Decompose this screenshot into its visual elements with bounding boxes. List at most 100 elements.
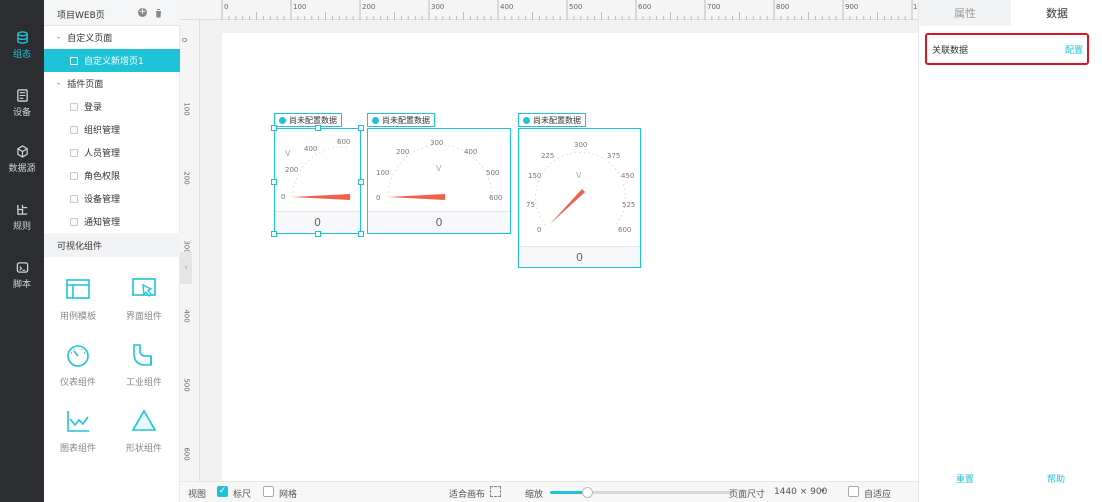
tree-group-plugin[interactable]: - 插件页面 [44, 72, 180, 95]
resize-handle[interactable] [315, 125, 321, 131]
resize-handle[interactable] [358, 179, 364, 185]
page-label: 通知管理 [84, 218, 121, 228]
zoom-slider-knob[interactable] [581, 487, 593, 498]
ruler-label: 900 [845, 3, 859, 11]
gauge-3[interactable]: 0 75 150 225 300 375 450 525 600 V 0 [518, 128, 641, 268]
component-shape[interactable]: 形状组件 [114, 407, 174, 463]
chevron-down-icon[interactable]: ▾ [821, 487, 825, 495]
gauge-value: 0 [314, 216, 321, 229]
resize-handle[interactable] [271, 231, 277, 237]
gauge-tick: 450 [621, 172, 634, 180]
gauge-tag-label: 尚未配置数据 [533, 115, 581, 125]
tree-item-notify[interactable]: 通知管理 [44, 210, 180, 233]
info-dot-icon [279, 116, 286, 124]
page-label: 组织管理 [84, 126, 121, 136]
gauge-tick: 200 [285, 166, 298, 174]
gauge-1-tag: 尚未配置数据 [274, 113, 342, 127]
device-icon [16, 88, 28, 102]
component-label: 图表组件 [59, 444, 96, 454]
page-label: 登录 [84, 103, 103, 113]
tree-item-login[interactable]: 登录 [44, 95, 180, 118]
component-industrial[interactable]: 工业组件 [114, 341, 174, 397]
page-canvas[interactable]: 尚未配置数据 0 200 400 600 V 0 尚未配置数据 0 100 20… [222, 33, 918, 483]
adapt-checkbox[interactable] [848, 486, 859, 497]
ruler-label: 700 [707, 3, 721, 11]
zoom-label: 缩放 [525, 490, 544, 500]
help-button[interactable]: 帮助 [1047, 472, 1065, 485]
ruler-label: 600 [182, 447, 191, 461]
nav-item-rule[interactable]: 规则 [0, 192, 44, 242]
page-label: 角色权限 [84, 172, 121, 182]
ruler-checkbox[interactable]: ✓ [217, 486, 228, 497]
reset-button[interactable]: 重置 [956, 472, 974, 485]
gauge-needle [550, 189, 585, 224]
tree-item-org[interactable]: 组织管理 [44, 118, 180, 141]
page-size-select[interactable]: 1440 × 900 [774, 487, 827, 497]
nav-item-zutai[interactable]: 组态 [0, 20, 44, 70]
template-icon [66, 279, 90, 299]
cube-icon [16, 144, 28, 158]
gauge-1[interactable]: 0 200 400 600 V 0 [271, 125, 364, 237]
info-dot-icon [372, 116, 379, 124]
gauge-tick: 0 [281, 193, 285, 201]
collapse-left-handle[interactable]: ‹ [180, 252, 192, 284]
page-icon [70, 171, 78, 180]
tree-item-devices[interactable]: 设备管理 [44, 187, 180, 210]
resize-handle[interactable] [358, 231, 364, 237]
grid-checkbox[interactable] [263, 486, 274, 497]
tree-item-people[interactable]: 人员管理 [44, 141, 180, 164]
page-icon [70, 217, 78, 226]
tab-properties[interactable]: 属性 [919, 0, 1011, 26]
component-ui[interactable]: 界面组件 [114, 275, 174, 331]
nav-label: 设备 [12, 107, 31, 118]
nav-label: 数据源 [8, 163, 36, 174]
gauge-tick: 525 [622, 201, 635, 209]
gauge-value: 0 [576, 250, 583, 264]
resize-handle[interactable] [358, 125, 364, 131]
page-icon [70, 56, 78, 65]
ruler-label: 300 [431, 3, 445, 11]
ruler-horizontal: 0 100 200 300 400 500 600 700 800 900 10 [180, 0, 918, 20]
trash-icon[interactable] [154, 8, 163, 18]
editor-canvas-area: 0 100 200 300 400 500 600 700 800 900 10… [180, 0, 918, 502]
tree-item-custom-page-1[interactable]: 自定义新增页1 [44, 49, 180, 72]
gauge-tick: 0 [537, 226, 541, 234]
gauge-tick: 375 [607, 152, 620, 160]
configure-link[interactable]: 配置 [1065, 43, 1083, 56]
tree-title: 项目WEB页 [57, 11, 105, 21]
page-icon [70, 148, 78, 157]
component-meter[interactable]: 仪表组件 [48, 341, 108, 397]
tab-data[interactable]: 数据 [1011, 0, 1102, 26]
ruler-vertical: 0 100 200 300 400 500 600 [180, 20, 200, 482]
resize-handle[interactable] [271, 179, 277, 185]
gauge-tick: 300 [430, 139, 443, 147]
gauge-unit: V [576, 171, 582, 180]
fit-canvas-icon[interactable] [490, 486, 501, 497]
gauge-tick: 600 [618, 226, 631, 234]
components-title: 可视化组件 [57, 241, 103, 252]
component-chart[interactable]: 图表组件 [48, 407, 108, 463]
ruler-label: 800 [776, 3, 790, 11]
nav-label: 规则 [12, 221, 31, 232]
fit-canvas-label[interactable]: 适合画布 [449, 487, 485, 500]
resize-handle[interactable] [315, 231, 321, 237]
nav-item-script[interactable]: 脚本 [0, 250, 44, 300]
gauge-2-dial: 0 100 200 300 400 500 600 V [376, 139, 502, 202]
line-chart-icon [67, 411, 89, 432]
gauge-2[interactable]: 0 100 200 300 400 500 600 V 0 [367, 128, 511, 234]
component-template[interactable]: 用例模板 [48, 275, 108, 331]
resize-handle[interactable] [271, 125, 277, 131]
gauge-1-value: 0 [275, 211, 360, 233]
gauge-needle [388, 194, 445, 200]
collapse-icon: - [57, 78, 61, 89]
tree-item-roles[interactable]: 角色权限 [44, 164, 180, 187]
nav-item-device[interactable]: 设备 [0, 78, 44, 128]
page-icon [70, 102, 78, 111]
zoom-slider[interactable] [550, 487, 734, 498]
component-label: 仪表组件 [59, 378, 96, 388]
gauge-3-dial: 0 75 150 225 300 375 450 525 600 V [526, 141, 635, 234]
tree-group-custom[interactable]: - 自定义页面 [44, 26, 180, 49]
nav-item-datasource[interactable]: 数据源 [0, 134, 44, 184]
add-icon[interactable]: + [138, 8, 147, 17]
page-icon [70, 194, 78, 203]
